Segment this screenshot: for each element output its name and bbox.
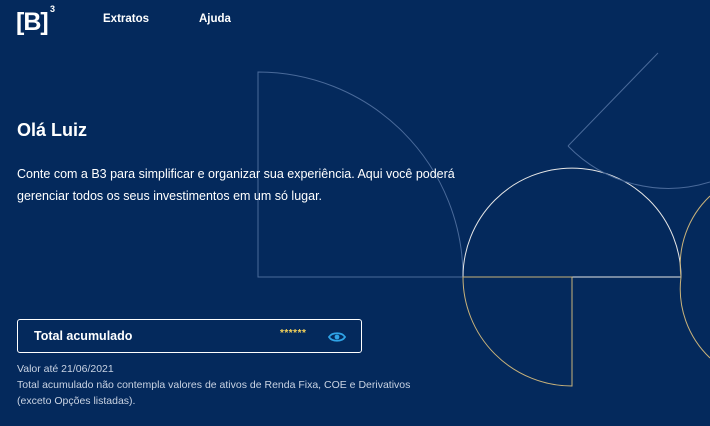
eye-icon[interactable] [328, 329, 346, 345]
total-label: Total acumulado [34, 329, 133, 343]
deco-quarter-circle-lower [462, 276, 573, 387]
total-masked-value: ****** [280, 328, 307, 339]
deco-circle-right [679, 195, 710, 359]
deco-arc-top-right [567, 52, 710, 189]
total-accumulated-card: Total acumulado ****** [17, 319, 362, 353]
nav-link-ajuda[interactable]: Ajuda [199, 13, 231, 25]
value-date-line: Valor até 21/06/2021 [17, 363, 114, 375]
b3-logo[interactable]: [B] 3 [16, 4, 58, 38]
total-notes: Valor até 21/06/2021 Total acumulado não… [17, 361, 437, 409]
logo-superscript: 3 [50, 4, 56, 14]
deco-semicircle-upper [462, 167, 682, 278]
intro-text: Conte com a B3 para simplificar e organi… [17, 167, 455, 203]
nav-link-extratos[interactable]: Extratos [103, 13, 149, 25]
disclaimer-text: Total acumulado não contempla valores de… [17, 379, 411, 407]
greeting-title: Olá Luiz [17, 120, 88, 140]
logo-text: [B] [16, 8, 49, 36]
